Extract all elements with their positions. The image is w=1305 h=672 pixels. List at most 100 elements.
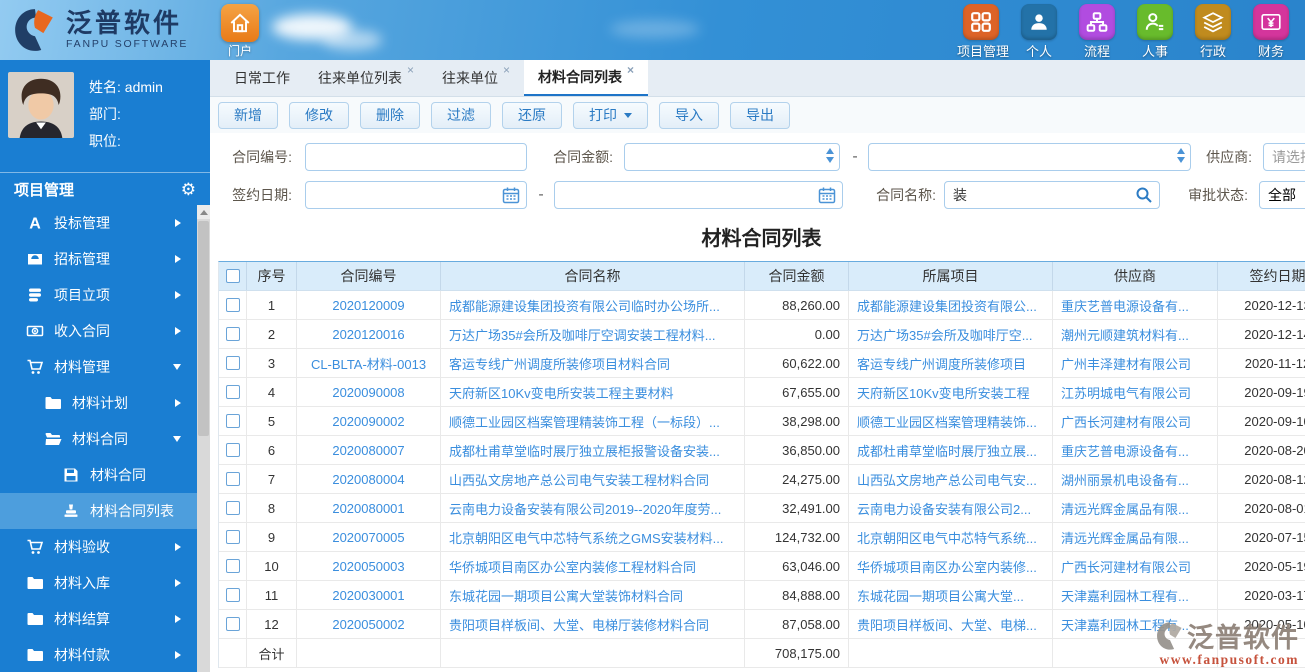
close-icon[interactable]: × [407, 64, 414, 76]
cell[interactable]: 云南电力设备安装有限公司2019--2020年度劳... [441, 494, 745, 522]
cell[interactable]: 天津嘉利园林工程有... [1053, 610, 1218, 638]
cell[interactable]: 2020120009 [297, 291, 441, 319]
contract-name-input[interactable] [944, 181, 1160, 209]
sidebar-item-2[interactable]: 项目立项 [0, 277, 197, 313]
row-checkbox[interactable] [225, 588, 240, 602]
cell[interactable]: 2020090002 [297, 407, 441, 435]
close-icon[interactable]: × [627, 64, 634, 76]
sidebar-item-8[interactable]: 材料合同列表 [0, 493, 197, 529]
row-checkbox[interactable] [225, 298, 240, 312]
row-checkbox[interactable] [225, 356, 240, 370]
cell[interactable]: 2020080001 [297, 494, 441, 522]
row-checkbox[interactable] [225, 472, 240, 486]
row-checkbox[interactable] [225, 530, 240, 544]
cell[interactable]: 北京朝阳区电气中芯特气系统之GMS安装材料... [441, 523, 745, 551]
cell[interactable]: 2020090008 [297, 378, 441, 406]
cell[interactable]: 山西弘文房地产总公司电气安... [849, 465, 1053, 493]
scrollbar-thumb[interactable] [198, 221, 209, 436]
sidebar-item-12[interactable]: 材料付款 [0, 637, 197, 672]
row-checkbox[interactable] [225, 385, 240, 399]
cell[interactable]: 万达广场35#会所及咖啡厅空... [849, 320, 1053, 348]
sidebar-scrollbar[interactable] [197, 205, 210, 672]
cell[interactable]: 华侨城项目南区办公室内装修工程材料合同 [441, 552, 745, 580]
cell[interactable]: CL-BLTA-材料-0013 [297, 349, 441, 377]
toolbar-button-0[interactable]: 新增 [218, 101, 278, 129]
cell[interactable]: 客运专线广州调度所装修项目材料合同 [441, 349, 745, 377]
sidebar-item-6[interactable]: 材料合同 [0, 421, 197, 457]
cell[interactable]: 客运专线广州调度所装修项目 [849, 349, 1053, 377]
row-checkbox[interactable] [225, 617, 240, 631]
cell[interactable]: 2020050002 [297, 610, 441, 638]
cell[interactable]: 清远光辉金属品有限... [1053, 494, 1218, 522]
toolbar-button-7[interactable]: 导出 [730, 101, 790, 129]
sidebar-item-9[interactable]: 材料验收 [0, 529, 197, 565]
cell[interactable]: 天府新区10Kv变电所安装工程 [849, 378, 1053, 406]
cell[interactable]: 2020030001 [297, 581, 441, 609]
amount-from-input[interactable] [624, 143, 840, 171]
cell[interactable]: 天津嘉利园林工程有... [1053, 581, 1218, 609]
scroll-up-arrow-icon[interactable] [197, 205, 210, 219]
cell[interactable]: 潮州元顺建筑材料有... [1053, 320, 1218, 348]
tab-2[interactable]: 往来单位 × [428, 60, 524, 96]
cell[interactable]: 东城花园一期项目公寓大堂... [849, 581, 1053, 609]
sidebar-item-3[interactable]: 收入合同 [0, 313, 197, 349]
nav-project[interactable]: 项目管理 [957, 4, 1009, 60]
cell[interactable]: 顺德工业园区档案管理精装饰工程（一标段）... [441, 407, 745, 435]
row-checkbox[interactable] [225, 327, 240, 341]
cell[interactable]: 2020080007 [297, 436, 441, 464]
cell[interactable]: 贵阳项目样板间、大堂、电梯厅装修材料合同 [441, 610, 745, 638]
cell[interactable]: 北京朝阳区电气中芯特气系统... [849, 523, 1053, 551]
cell[interactable]: 广西长河建材有限公司 [1053, 407, 1218, 435]
nav-finance[interactable]: 财务 [1247, 4, 1295, 60]
cell[interactable]: 云南电力设备安装有限公司2... [849, 494, 1053, 522]
cell[interactable]: 华侨城项目南区办公室内装修... [849, 552, 1053, 580]
cell[interactable]: 重庆艺普电源设备有... [1053, 291, 1218, 319]
tab-0[interactable]: 日常工作 [220, 60, 304, 96]
calendar-icon[interactable] [818, 186, 836, 204]
cell[interactable]: 贵阳项目样板间、大堂、电梯... [849, 610, 1053, 638]
portal-button[interactable]: 门户 [218, 4, 262, 59]
nav-hr[interactable]: 人事 [1131, 4, 1179, 60]
contract-no-input[interactable] [305, 143, 527, 171]
supplier-select[interactable]: 请选择 [1263, 143, 1305, 171]
amount-to-input[interactable] [868, 143, 1191, 171]
gear-icon[interactable]: ⚙ [181, 181, 196, 198]
tab-3[interactable]: 材料合同列表 × [524, 60, 649, 96]
toolbar-button-5[interactable]: 打印 [573, 101, 648, 129]
sidebar-item-10[interactable]: 材料入库 [0, 565, 197, 601]
sign-date-from-input[interactable] [305, 181, 527, 209]
row-checkbox[interactable] [225, 559, 240, 573]
cell[interactable]: 2020120016 [297, 320, 441, 348]
module-header[interactable]: 项目管理 ⚙ [0, 172, 210, 205]
sidebar-item-7[interactable]: 材料合同 [0, 457, 197, 493]
sidebar-item-1[interactable]: 招标管理 [0, 241, 197, 277]
cell[interactable]: 2020050003 [297, 552, 441, 580]
nav-process[interactable]: 流程 [1073, 4, 1121, 60]
sidebar-item-5[interactable]: 材料计划 [0, 385, 197, 421]
tab-1[interactable]: 往来单位列表 × [304, 60, 428, 96]
toolbar-button-6[interactable]: 导入 [659, 101, 719, 129]
sign-date-to-input[interactable] [554, 181, 843, 209]
cell[interactable]: 湖州丽景机电设备有... [1053, 465, 1218, 493]
nav-personal[interactable]: 个人 [1015, 4, 1063, 60]
row-checkbox[interactable] [225, 443, 240, 457]
cell[interactable]: 广州丰泽建材有限公司 [1053, 349, 1218, 377]
calendar-icon[interactable] [502, 186, 520, 204]
toolbar-button-4[interactable]: 还原 [502, 101, 562, 129]
sidebar-item-4[interactable]: 材料管理 [0, 349, 197, 385]
cell[interactable]: 重庆艺普电源设备有... [1053, 436, 1218, 464]
close-icon[interactable]: × [503, 64, 510, 76]
sidebar-item-0[interactable]: A 投标管理 [0, 205, 197, 241]
cell[interactable]: 成都能源建设集团投资有限公司临时办公场所... [441, 291, 745, 319]
cell[interactable]: 天府新区10Kv变电所安装工程主要材料 [441, 378, 745, 406]
cell[interactable]: 东城花园一期项目公寓大堂装饰材料合同 [441, 581, 745, 609]
cell[interactable]: 山西弘文房地产总公司电气安装工程材料合同 [441, 465, 745, 493]
approval-status-select[interactable]: 全部 [1259, 181, 1305, 209]
toolbar-button-2[interactable]: 删除 [360, 101, 420, 129]
cell[interactable]: 顺德工业园区档案管理精装饰... [849, 407, 1053, 435]
toolbar-button-1[interactable]: 修改 [289, 101, 349, 129]
row-checkbox[interactable] [225, 414, 240, 428]
cell[interactable]: 广西长河建材有限公司 [1053, 552, 1218, 580]
search-icon[interactable] [1135, 186, 1153, 204]
cell[interactable]: 清远光辉金属品有限... [1053, 523, 1218, 551]
